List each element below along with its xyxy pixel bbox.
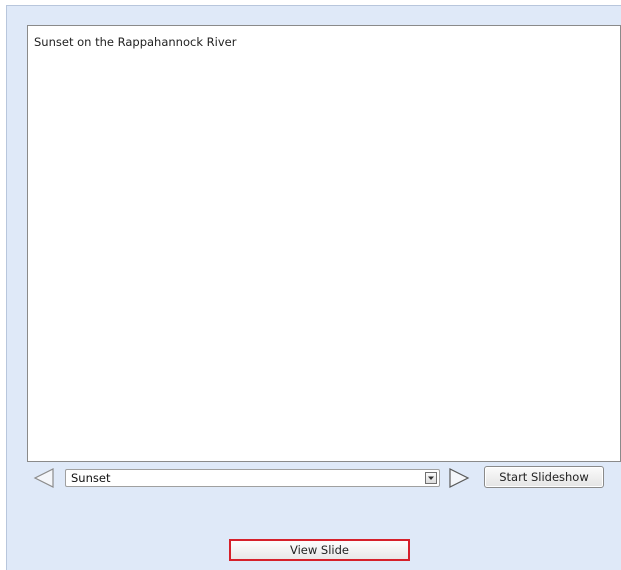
slide-display: Sunset on the Rappahannock River (27, 25, 621, 462)
slide-select-value: Sunset (71, 471, 111, 485)
slide-caption: Sunset on the Rappahannock River (34, 35, 237, 49)
view-slide-button[interactable]: View Slide (229, 539, 410, 561)
chevron-down-icon[interactable] (425, 472, 437, 484)
slide-select[interactable]: Sunset (65, 469, 440, 487)
start-slideshow-button[interactable]: Start Slideshow (484, 466, 604, 488)
previous-slide-arrow-icon[interactable] (32, 467, 56, 489)
next-slide-arrow-icon[interactable] (447, 467, 471, 489)
